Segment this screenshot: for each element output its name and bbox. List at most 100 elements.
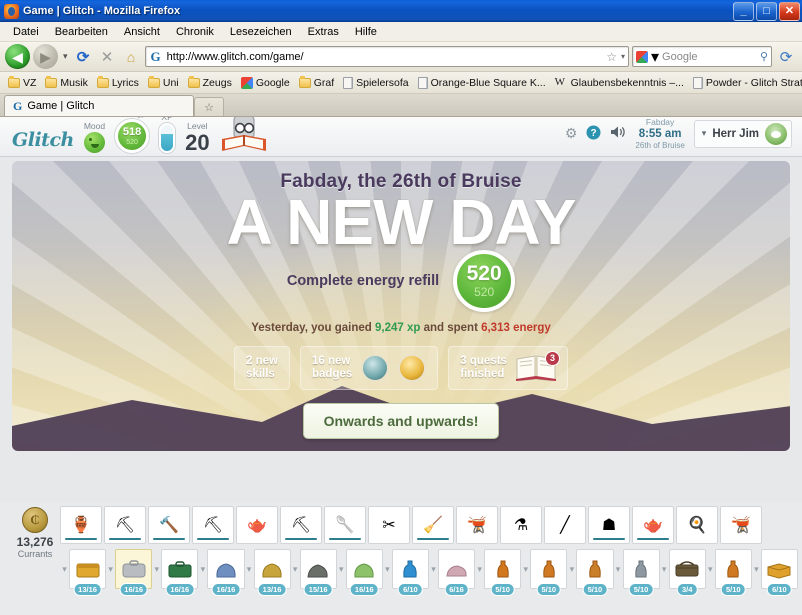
bookmark-orange-blue[interactable]: Orange-Blue Square K... xyxy=(414,76,550,90)
inventory-slot-dark-bag[interactable]: 15/16 xyxy=(299,549,337,596)
bug-icon[interactable]: ⚙ xyxy=(565,125,578,142)
scroll-icon[interactable]: ▾ xyxy=(152,549,161,589)
tool-slot-mortar[interactable]: 🫕 xyxy=(456,506,498,544)
scroll-icon[interactable]: ▾ xyxy=(521,549,530,589)
menu-item-ansicht[interactable]: Ansicht xyxy=(117,24,167,40)
bookmark-zeugs[interactable]: Zeugs xyxy=(184,75,236,90)
menu-item-bearbeiten[interactable]: Bearbeiten xyxy=(48,24,115,40)
inventory-slot-grey-bag[interactable]: 16/16 xyxy=(115,549,153,596)
tool-slot-watering-can[interactable]: 🏺 xyxy=(60,506,102,544)
bookmark-glaubensbekenntnis[interactable]: W Glaubensbekenntnis –... xyxy=(551,76,688,90)
back-button-icon[interactable]: ◀ xyxy=(5,44,30,69)
tool-slot-pickaxe[interactable]: ⛏ xyxy=(104,506,146,544)
inventory-slot-orange-sack[interactable]: 5/10 xyxy=(484,549,522,596)
tool-slot-pot[interactable]: 🫕 xyxy=(720,506,762,544)
bookmark-powder[interactable]: Powder - Glitch Strate... xyxy=(689,76,802,90)
menu-item-chronik[interactable]: Chronik xyxy=(169,24,221,40)
bookmark-graf[interactable]: Graf xyxy=(295,75,338,90)
menu-item-datei[interactable]: Datei xyxy=(6,24,46,40)
address-bar[interactable]: G http://www.glitch.com/game/ ☆ ▾ xyxy=(144,46,629,67)
tool-slot-hammer[interactable]: 🔨 xyxy=(148,506,190,544)
tab-game-glitch[interactable]: G Game | Glitch xyxy=(4,95,194,116)
scroll-icon[interactable]: ▾ xyxy=(429,549,438,589)
glitch-logo[interactable]: Glitch xyxy=(12,129,74,151)
bookmark-vz[interactable]: VZ xyxy=(4,75,40,90)
stop-icon[interactable]: ✕ xyxy=(97,46,118,67)
stat-xp[interactable]: XP xyxy=(159,117,176,153)
help-icon[interactable]: ? xyxy=(586,125,601,143)
inventory-slot-green-bag[interactable]: 16/16 xyxy=(345,549,383,596)
sound-icon[interactable] xyxy=(610,125,626,142)
menu-item-lesezeichen[interactable]: Lesezeichen xyxy=(223,24,299,40)
menu-item-hilfe[interactable]: Hilfe xyxy=(348,24,384,40)
bookmark-lyrics[interactable]: Lyrics xyxy=(93,75,143,90)
reload-icon[interactable]: ⟳ xyxy=(73,46,94,67)
scroll-left-icon[interactable]: ▾ xyxy=(60,549,69,589)
bookmark-spielersofa[interactable]: Spielersofa xyxy=(339,76,413,90)
menu-item-extras[interactable]: Extras xyxy=(301,24,346,40)
inventory-slot-gold-bag[interactable]: 13/16 xyxy=(253,549,291,596)
scroll-icon[interactable]: ▾ xyxy=(383,549,392,589)
tool-slot-still[interactable]: ☗ xyxy=(588,506,630,544)
search-engine-chevron-icon[interactable]: ▾ xyxy=(651,47,659,67)
inventory-slot-orange-sack-3[interactable]: 5/10 xyxy=(576,549,614,596)
bookmark-star-icon[interactable]: ☆ xyxy=(606,50,617,64)
minimize-button[interactable]: _ xyxy=(733,1,754,21)
tool-slot-kettle[interactable]: 🫖 xyxy=(632,506,674,544)
tool-slot-shovel[interactable]: 🥄 xyxy=(324,506,366,544)
scroll-icon[interactable]: ▾ xyxy=(106,549,115,589)
user-menu[interactable]: ▾ Herr Jim xyxy=(693,119,792,148)
tool-slot-trowel[interactable]: 🧹 xyxy=(412,506,454,544)
inventory-slot-yellow-toolbox[interactable]: 13/16 xyxy=(69,549,107,596)
history-dropdown-icon[interactable]: ▾ xyxy=(61,51,70,62)
stat-box-quests-finished[interactable]: 3 quests finished 3 xyxy=(448,345,568,390)
search-input[interactable]: Google xyxy=(662,51,757,63)
stat-mood[interactable]: Mood xyxy=(84,121,105,153)
inventory-slot-blue-bag[interactable]: 16/16 xyxy=(207,549,245,596)
inventory-slot-wood-crate[interactable]: 6/10 xyxy=(760,549,798,596)
inventory-slot-satchel[interactable]: 3/4 xyxy=(668,549,706,596)
tool-slot-pickaxe-2[interactable]: ⛏ xyxy=(280,506,322,544)
search-icon[interactable]: ⚲ xyxy=(760,50,768,63)
stat-box-new-badges[interactable]: 16 new badges xyxy=(300,345,439,390)
bookmark-musik[interactable]: Musik xyxy=(41,75,91,90)
scroll-icon[interactable]: ▾ xyxy=(245,549,254,589)
tool-slot-axe[interactable]: ⛏ xyxy=(192,506,234,544)
stat-box-new-skills[interactable]: 2 new skills xyxy=(234,345,291,390)
tool-slot-rolling-pin[interactable]: ╱ xyxy=(544,506,586,544)
tool-slot-watering-can-2[interactable]: 🫖 xyxy=(236,506,278,544)
new-tab-button[interactable]: ☆ xyxy=(194,97,224,116)
scroll-icon[interactable]: ▾ xyxy=(291,549,300,589)
close-button[interactable]: ✕ xyxy=(779,1,800,21)
home-icon[interactable]: ⌂ xyxy=(121,46,142,67)
chevron-down-icon[interactable]: ▾ xyxy=(621,52,625,61)
scroll-icon[interactable]: ▾ xyxy=(198,549,207,589)
inventory-slot-grey-sack[interactable]: 5/10 xyxy=(622,549,660,596)
forward-button-icon[interactable]: ▶ xyxy=(33,44,58,69)
scroll-icon[interactable]: ▾ xyxy=(706,549,715,589)
inventory-slot-pink-bag[interactable]: 6/16 xyxy=(438,549,476,596)
url-text[interactable]: http://www.glitch.com/game/ xyxy=(167,51,603,63)
scroll-icon[interactable]: ▾ xyxy=(475,549,484,589)
bookmark-uni[interactable]: Uni xyxy=(144,75,183,90)
scroll-icon[interactable]: ▾ xyxy=(660,549,669,589)
tool-slot-scissors[interactable]: ✂ xyxy=(368,506,410,544)
inventory-slot-orange-sack-4[interactable]: 5/10 xyxy=(714,549,752,596)
inventory-slot-green-toolbox[interactable]: 16/16 xyxy=(161,549,199,596)
scroll-icon[interactable]: ▾ xyxy=(614,549,623,589)
scroll-icon[interactable]: ▾ xyxy=(567,549,576,589)
bookmark-google[interactable]: Google xyxy=(237,76,294,90)
currants-display[interactable]: ₵ 13,276 Currants xyxy=(12,507,58,559)
stat-level[interactable]: Level 20 xyxy=(185,121,209,154)
tool-slot-frying-pan[interactable]: 🍳 xyxy=(676,506,718,544)
sync-icon[interactable]: ⟳ xyxy=(775,46,797,68)
search-bar[interactable]: ▾ Google ⚲ xyxy=(632,46,772,67)
inventory-slot-blue-sack[interactable]: 6/10 xyxy=(391,549,429,596)
scroll-icon[interactable]: ▾ xyxy=(337,549,346,589)
onwards-and-upwards-button[interactable]: Onwards and upwards! xyxy=(302,402,500,439)
scroll-icon[interactable]: ▾ xyxy=(752,549,761,589)
maximize-button[interactable]: □ xyxy=(756,1,777,21)
stat-energy[interactable]: Energy 518 520 xyxy=(115,117,150,153)
tool-slot-flask[interactable]: ⚗ xyxy=(500,506,542,544)
inventory-slot-orange-sack-2[interactable]: 5/10 xyxy=(530,549,568,596)
